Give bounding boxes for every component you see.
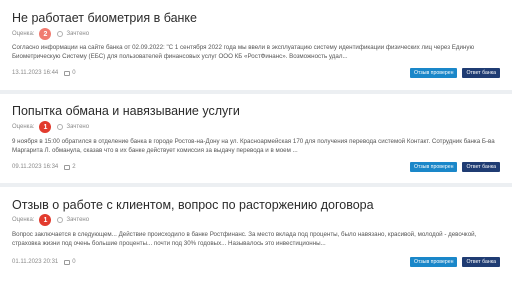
review-meta: 01.11.2023 20:31 0 — [12, 259, 76, 265]
review-buttons: Отзыв проверен Ответ банка — [409, 257, 500, 267]
review-checked-button[interactable]: Отзыв проверен — [409, 68, 458, 78]
rating-label: Оценка: — [12, 217, 35, 223]
bank-answer-button[interactable]: Ответ банка — [462, 257, 500, 267]
review-title[interactable]: Не работает биометрия в банке — [12, 11, 197, 25]
status: Зачтено — [57, 31, 89, 37]
review-card: Отзыв о работе с клиентом, вопрос по рас… — [0, 187, 512, 281]
rating-row: Оценка: 1 Зачтено — [12, 121, 89, 133]
check-icon — [57, 31, 64, 37]
status-label: Зачтено — [66, 31, 90, 37]
review-text: Согласно информации на сайте банка от 02… — [12, 44, 475, 60]
rating-row: Оценка: 2 Зачтено — [12, 28, 89, 40]
comment-icon — [64, 164, 71, 170]
review-card: Не работает биометрия в банке Оценка: 2 … — [0, 0, 512, 90]
rating-label: Оценка: — [12, 31, 35, 37]
comment-count: 2 — [72, 164, 76, 170]
review-card: Попытка обмана и навязывание услуги Оцен… — [0, 94, 512, 183]
comment-icon — [64, 259, 71, 265]
review-date: 09.11.2023 16:34 — [12, 164, 59, 170]
review-date: 01.11.2023 20:31 — [12, 259, 59, 265]
check-icon — [57, 124, 64, 130]
comment-count: 0 — [72, 70, 76, 76]
review-title[interactable]: Попытка обмана и навязывание услуги — [12, 104, 240, 118]
rating-label: Оценка: — [12, 124, 35, 130]
check-icon — [57, 217, 64, 223]
review-meta: 13.11.2023 16:44 0 — [12, 70, 76, 76]
review-checked-button[interactable]: Отзыв проверен — [409, 257, 458, 267]
rating-badge: 1 — [39, 121, 52, 133]
review-buttons: Отзыв проверен Ответ банка — [409, 162, 500, 172]
review-date: 13.11.2023 16:44 — [12, 70, 59, 76]
rating-badge: 2 — [39, 28, 52, 40]
comment-icon — [64, 70, 71, 76]
review-checked-button[interactable]: Отзыв проверен — [409, 162, 458, 172]
status-label: Зачтено — [66, 217, 90, 223]
review-text: Вопрос заключается в следующем... Действ… — [12, 231, 477, 247]
review-meta: 09.11.2023 16:34 2 — [12, 164, 76, 170]
status: Зачтено — [57, 217, 89, 223]
comment-count: 0 — [72, 259, 76, 265]
review-title[interactable]: Отзыв о работе с клиентом, вопрос по рас… — [12, 198, 374, 212]
review-text: 9 ноября в 15:00 обратился в отделение б… — [12, 138, 495, 154]
bank-answer-button[interactable]: Ответ банка — [462, 68, 500, 78]
bank-answer-button[interactable]: Ответ банка — [462, 162, 500, 172]
status: Зачтено — [57, 124, 89, 130]
status-label: Зачтено — [66, 124, 90, 130]
rating-row: Оценка: 1 Зачтено — [12, 214, 89, 226]
rating-badge: 1 — [39, 214, 52, 226]
review-buttons: Отзыв проверен Ответ банка — [409, 68, 500, 78]
